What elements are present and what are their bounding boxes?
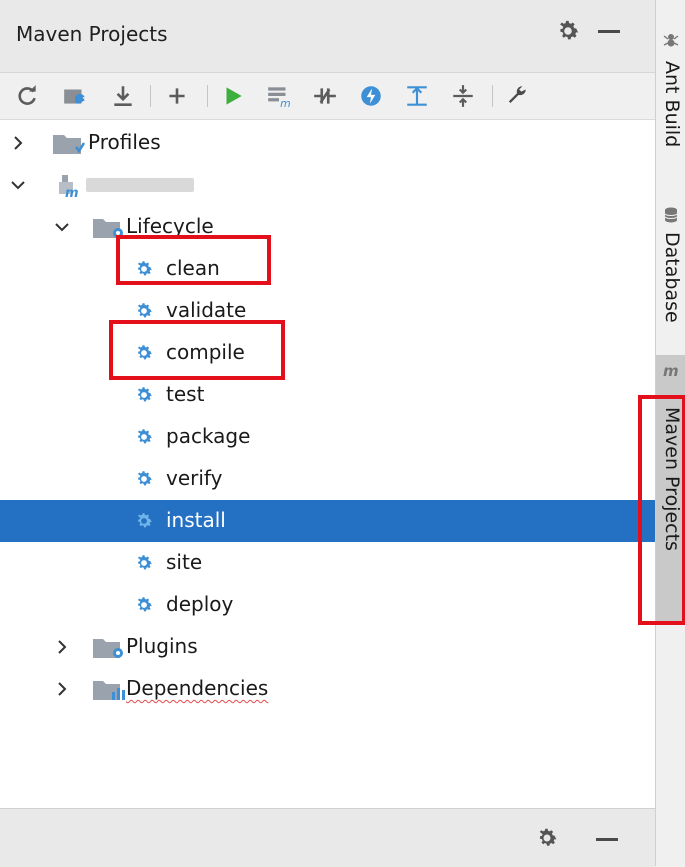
goal-label: test (166, 382, 205, 406)
collapse-all-icon[interactable] (448, 81, 478, 111)
lifecycle-goal-site[interactable]: site (0, 542, 655, 584)
tool-window-strip: Ant Build Database m Maven Projects (638, 0, 685, 866)
maven-projects-panel: Maven Projects m Profiles m Lifecycle cl… (0, 0, 655, 867)
goal-gear-icon (134, 595, 154, 615)
download-icon[interactable] (108, 81, 138, 111)
tree-node-project[interactable]: m (0, 164, 655, 206)
sidebar-tab-label: Database (661, 232, 683, 323)
execute-goal-icon[interactable]: m (264, 81, 294, 111)
maven-module-icon: m (56, 174, 90, 201)
lifecycle-goal-validate[interactable]: validate (0, 290, 655, 332)
generate-sources-icon[interactable] (60, 81, 90, 111)
sidebar-tab-ant-build[interactable]: Ant Build (656, 25, 685, 195)
sidebar-tab-label: Maven Projects (661, 407, 683, 551)
tree-label-dependencies: Dependencies (126, 676, 269, 700)
sidebar-tab-maven-projects[interactable]: m Maven Projects (656, 355, 685, 625)
goal-gear-icon (134, 553, 154, 573)
goal-gear-icon (134, 301, 154, 321)
chevron-right-icon[interactable] (54, 639, 70, 655)
gear-icon[interactable] (555, 18, 581, 44)
skip-tests-icon[interactable] (356, 81, 386, 111)
goal-label: validate (166, 298, 247, 322)
lifecycle-folder-icon (92, 216, 126, 240)
panel-header: Maven Projects (0, 0, 655, 73)
database-icon (662, 206, 680, 224)
tree-label-profiles: Profiles (88, 130, 161, 154)
lifecycle-goal-verify[interactable]: verify (0, 458, 655, 500)
tree-node-profiles[interactable]: Profiles (0, 122, 655, 164)
settings-wrench-icon[interactable] (502, 81, 532, 111)
lifecycle-goal-deploy[interactable]: deploy (0, 584, 655, 626)
tree-label-plugins: Plugins (126, 634, 198, 658)
tree-node-plugins[interactable]: Plugins (0, 626, 655, 668)
goal-label: compile (166, 340, 245, 364)
lifecycle-goal-package[interactable]: package (0, 416, 655, 458)
chevron-down-icon[interactable] (54, 219, 70, 235)
goal-label: package (166, 424, 251, 448)
profiles-folder-icon (52, 132, 86, 156)
sidebar-tab-label: Ant Build (661, 61, 683, 148)
plugins-folder-icon (92, 636, 126, 660)
run-icon[interactable] (218, 81, 248, 111)
lifecycle-goal-compile[interactable]: compile (0, 332, 655, 374)
goal-label: clean (166, 256, 220, 280)
hide-panel-button[interactable] (598, 30, 620, 33)
bottom-tool-bar (0, 808, 655, 867)
goal-gear-icon (134, 385, 154, 405)
goal-label: site (166, 550, 203, 574)
svg-text:m: m (65, 186, 79, 198)
ant-icon (662, 31, 680, 49)
show-dependencies-icon[interactable] (402, 81, 432, 111)
chevron-down-icon[interactable] (10, 177, 26, 193)
svg-text:m: m (280, 97, 291, 109)
gear-icon[interactable] (535, 826, 559, 850)
goal-label: verify (166, 466, 223, 490)
dependencies-folder-icon (92, 678, 126, 702)
maven-icon: m (662, 361, 680, 380)
tree-label-lifecycle: Lifecycle (126, 214, 214, 238)
goal-gear-icon (134, 427, 154, 447)
add-icon[interactable] (162, 81, 192, 111)
panel-title: Maven Projects (16, 22, 168, 46)
tree-node-dependencies[interactable]: Dependencies (0, 668, 655, 710)
goal-label: deploy (166, 592, 234, 616)
svg-text:m: m (663, 362, 679, 379)
tree-node-lifecycle[interactable]: Lifecycle (0, 206, 655, 248)
goal-label: install (166, 508, 226, 532)
chevron-right-icon[interactable] (54, 681, 70, 697)
reimport-icon[interactable] (12, 81, 42, 111)
toggle-offline-icon[interactable] (310, 81, 340, 111)
hide-panel-button[interactable] (596, 838, 618, 841)
goal-gear-icon (134, 469, 154, 489)
toolbar: m (0, 73, 655, 120)
redacted-project-name (86, 178, 194, 192)
lifecycle-goal-clean[interactable]: clean (0, 248, 655, 290)
lifecycle-goal-test[interactable]: test (0, 374, 655, 416)
chevron-right-icon[interactable] (10, 135, 26, 151)
sidebar-tab-database[interactable]: Database (656, 200, 685, 350)
goal-gear-icon (134, 511, 154, 531)
goal-gear-icon (134, 259, 154, 279)
goal-gear-icon (134, 343, 154, 363)
project-tree: Profiles m Lifecycle clean validate comp… (0, 120, 655, 800)
lifecycle-goal-install[interactable]: install (0, 500, 655, 542)
